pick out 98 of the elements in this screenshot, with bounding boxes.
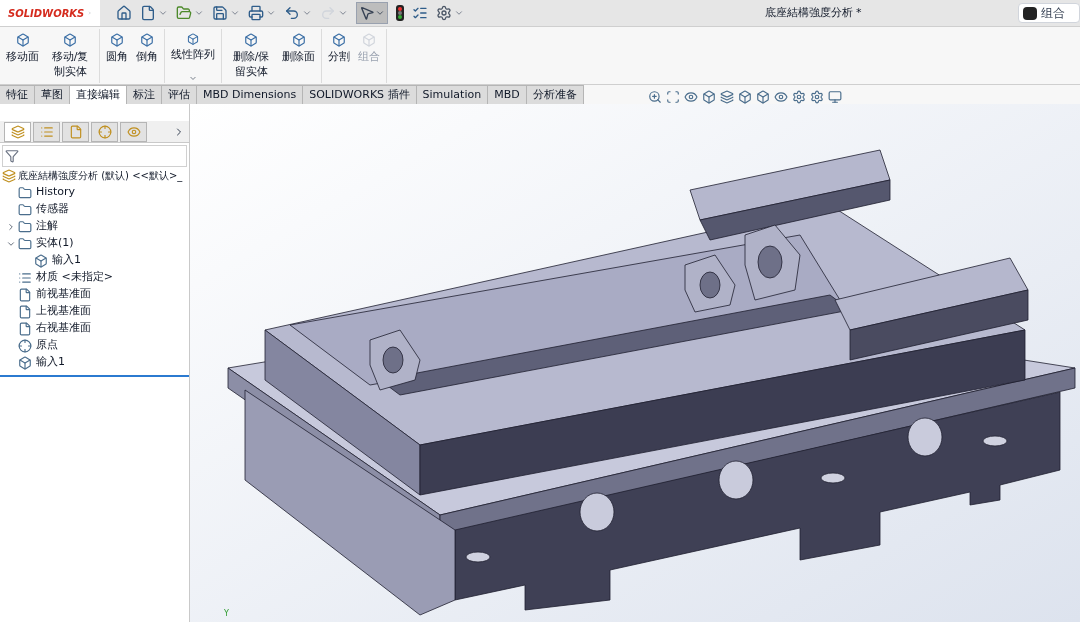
view-tool-icon[interactable] [737, 90, 752, 104]
ribbon-tab[interactable]: 特征 [0, 85, 35, 104]
cube-icon [186, 33, 200, 46]
plane-icon [18, 304, 32, 319]
view-tool-icon[interactable] [827, 90, 842, 104]
ribbon-tab[interactable]: 直接编辑 [70, 85, 127, 104]
view-tool-icon[interactable] [701, 90, 716, 104]
app-logo: SOLIDWORKS [8, 6, 85, 21]
printer-icon[interactable] [248, 5, 264, 21]
panel-tab[interactable] [62, 121, 89, 142]
tree-item[interactable]: 输入1 [52, 252, 81, 269]
tree-item[interactable]: 注解 [36, 218, 58, 235]
tree-item[interactable]: 实体(1) [36, 235, 74, 252]
ribbon-button[interactable]: 删除/保留实体 [224, 29, 278, 83]
ribbon-button[interactable]: 移动面 [2, 29, 43, 83]
view-tool-icon[interactable] [755, 90, 770, 104]
cube-icon [332, 33, 346, 47]
window-title: 底座結構強度分析 * [764, 4, 862, 21]
panel-tab[interactable] [33, 121, 60, 142]
new-file-icon[interactable] [140, 5, 156, 21]
config-icon [68, 124, 83, 139]
solid-icon [18, 236, 32, 251]
part-icon [2, 168, 16, 183]
origin-icon [18, 338, 32, 353]
ribbon-tab[interactable]: 分析准备 [526, 85, 584, 104]
view-tool-icon[interactable] [791, 90, 806, 104]
view-tool-icon[interactable] [683, 90, 698, 104]
body-icon [34, 253, 48, 268]
ribbon-tab[interactable]: MBD Dimensions [197, 85, 304, 104]
cube-icon [15, 33, 30, 47]
sensor-icon [18, 202, 32, 217]
view-tool-icon[interactable] [773, 90, 788, 104]
panel-tab[interactable] [4, 121, 31, 142]
tree-root[interactable]: 底座結構強度分析 (默认) <<默认>_ [18, 168, 183, 183]
import-icon [18, 355, 32, 370]
cube-icon [140, 33, 154, 47]
cube-icon [244, 33, 258, 47]
annotation-icon [18, 219, 32, 234]
history-icon [18, 185, 32, 200]
caret-icon[interactable] [194, 8, 204, 18]
axis-label: Y [224, 608, 229, 620]
view-tool-icon[interactable] [719, 90, 734, 104]
cube-icon [110, 33, 124, 47]
filter-icon [5, 149, 19, 163]
filter-field[interactable] [2, 145, 187, 167]
caret-icon[interactable] [375, 8, 385, 18]
caret-icon[interactable] [302, 8, 312, 18]
tree-item[interactable]: 原点 [36, 337, 58, 354]
ribbon-button[interactable]: 倒角 [132, 29, 162, 83]
tree-item[interactable]: 传感器 [36, 201, 69, 218]
ribbon-button[interactable]: 删除面 [278, 29, 319, 83]
view-tool-icon[interactable] [809, 90, 824, 104]
display-icon [126, 124, 141, 139]
home-icon[interactable] [116, 5, 132, 21]
undo-icon[interactable] [284, 5, 300, 21]
pointer-icon [359, 5, 375, 21]
caret-icon[interactable] [230, 8, 240, 18]
cube-icon [63, 33, 77, 47]
caret-icon[interactable] [266, 8, 276, 18]
ribbon-button[interactable]: 圆角 [102, 29, 132, 83]
settings-icon[interactable] [436, 5, 452, 21]
traffic-light-icon[interactable] [396, 5, 404, 21]
folder-icon[interactable] [176, 5, 192, 21]
ribbon-button[interactable]: 分割 [324, 29, 354, 83]
list-icon[interactable] [412, 5, 428, 21]
tree-item[interactable]: 前视基准面 [36, 286, 91, 303]
material-icon [18, 270, 32, 285]
plane-icon [18, 321, 32, 336]
ribbon-tab[interactable]: Simulation [416, 85, 489, 104]
panel-tab[interactable] [120, 121, 147, 142]
save-icon[interactable] [212, 5, 228, 21]
ribbon-tab[interactable]: SOLIDWORKS 插件 [303, 85, 417, 104]
ribbon-tab[interactable]: MBD [488, 85, 527, 104]
tree-item[interactable]: 输入1 [36, 354, 65, 371]
ribbon-tab[interactable]: 标注 [127, 85, 162, 104]
cube-icon [362, 33, 376, 47]
ribbon-button[interactable]: 线性阵列 [167, 29, 219, 83]
caret-icon[interactable] [454, 8, 464, 18]
tree-item[interactable]: History [36, 184, 76, 201]
view-tool-icon[interactable] [647, 90, 662, 104]
ribbon-tab[interactable]: 草图 [35, 85, 70, 104]
tree-item[interactable]: 右视基准面 [36, 320, 91, 337]
search-field[interactable]: 组合 [1018, 3, 1080, 23]
feature-icon [10, 124, 25, 139]
ribbon-button[interactable]: 移动/复制实体 [43, 29, 97, 83]
caret-icon[interactable] [338, 8, 348, 18]
tree-item[interactable]: 材质 <未指定> [36, 269, 113, 286]
dimxpert-icon [97, 124, 112, 139]
panel-tab[interactable] [91, 121, 118, 142]
plane-icon [18, 287, 32, 302]
caret-icon[interactable] [158, 8, 168, 18]
tree-item[interactable]: 上视基准面 [36, 303, 91, 320]
property-icon [39, 124, 54, 139]
caret-icon[interactable] [188, 74, 198, 83]
view-tool-icon[interactable] [665, 90, 680, 104]
ribbon-tab[interactable]: 评估 [162, 85, 197, 104]
cube-icon [291, 33, 306, 47]
select-button[interactable] [356, 2, 388, 24]
